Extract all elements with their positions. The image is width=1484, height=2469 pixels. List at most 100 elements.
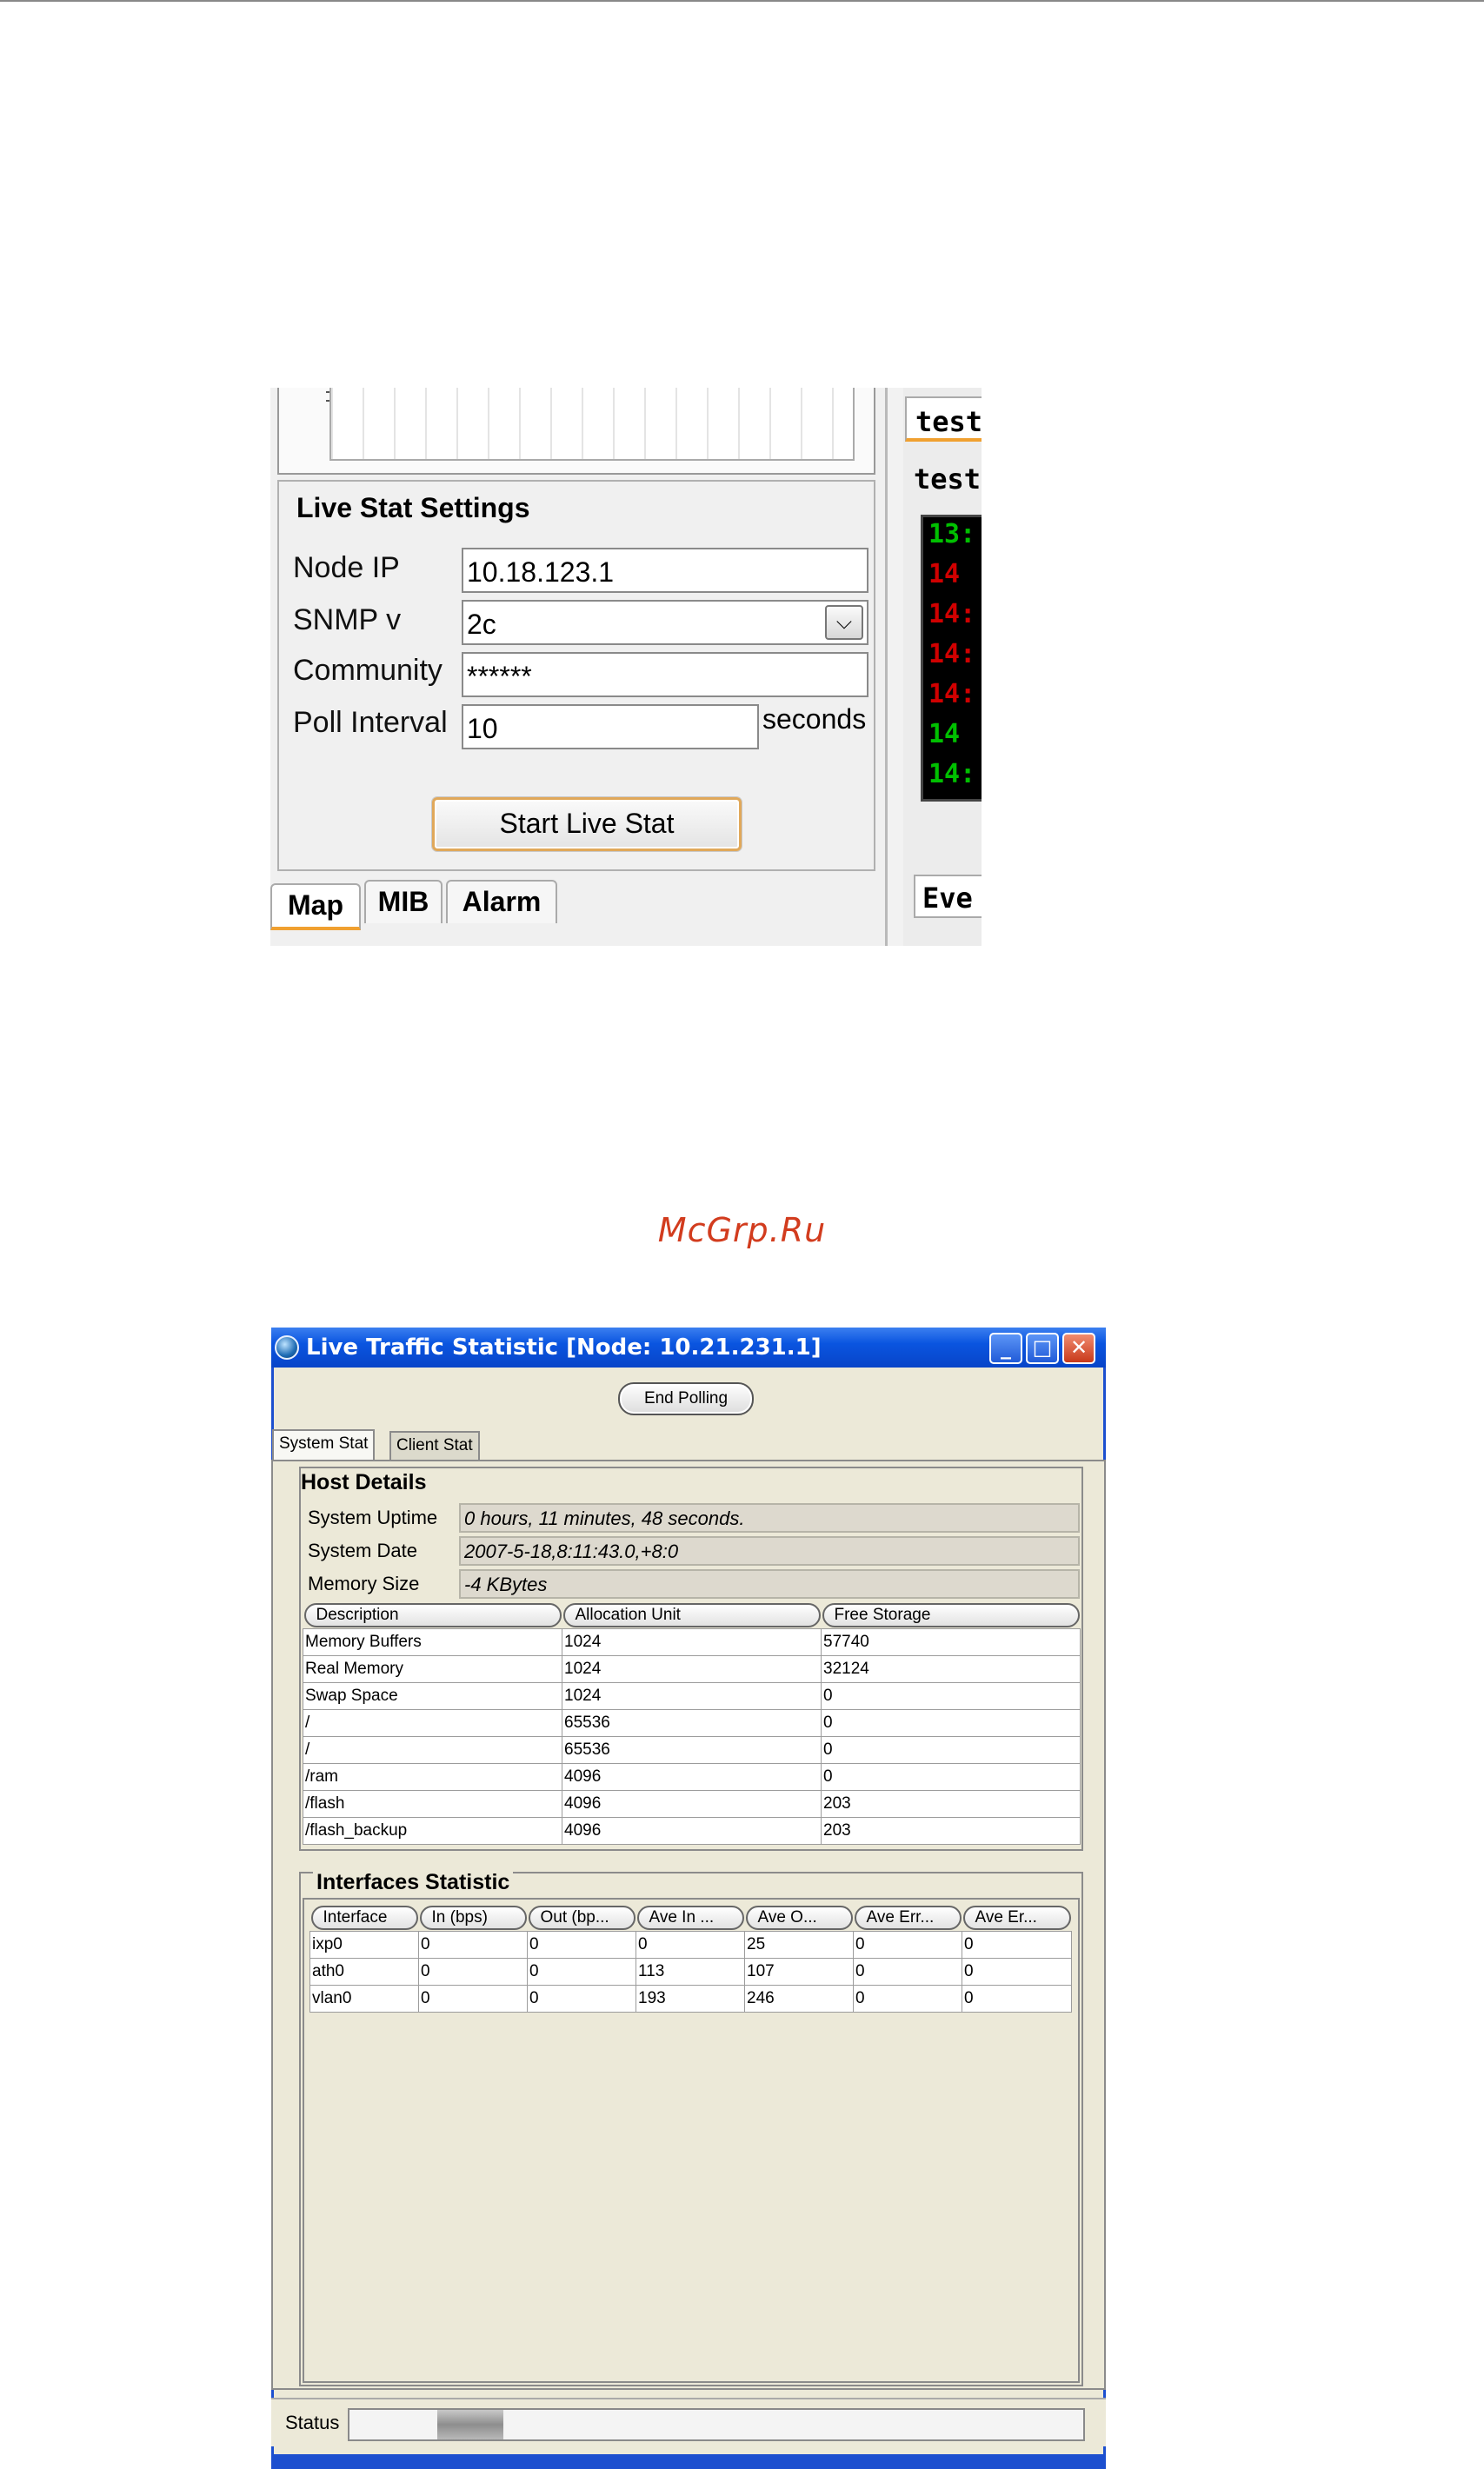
interface-column-header[interactable]: Ave O...	[745, 1905, 854, 1931]
memory-column-header[interactable]: Allocation Unit	[562, 1602, 822, 1628]
table-row[interactable]: Swap Space 1024 0	[303, 1681, 1081, 1710]
interface-column-header[interactable]: Out (bp...	[528, 1905, 636, 1931]
memory-column-header[interactable]: Free Storage	[822, 1602, 1081, 1628]
snmp-version-value: 2c	[467, 609, 496, 640]
table-cell: 57740	[821, 1627, 1081, 1656]
table-cell: 4096	[562, 1816, 822, 1845]
console-line: 14:	[928, 639, 976, 669]
table-row[interactable]: vlan0 0 0 193 246 0 0	[309, 1984, 1072, 2013]
table-row[interactable]: Real Memory 1024 32124	[303, 1654, 1081, 1683]
right-pane: test test 13: 14 14: 14: 14: 14 14: Eve	[903, 388, 982, 946]
maximize-icon[interactable]: □	[1026, 1333, 1059, 1364]
memory-column-label: Free Storage	[822, 1602, 1080, 1627]
interfaces-table-header: Interface In (bps) Out (bp... Ave In ... Ave…	[310, 1905, 1072, 1931]
snmp-version-select[interactable]: 2c ⌵	[462, 600, 868, 645]
table-cell: 1024	[562, 1681, 822, 1710]
system-uptime-value: 0 hours, 11 minutes, 48 seconds.	[459, 1503, 1080, 1533]
table-row[interactable]: /ram 4096 0	[303, 1762, 1081, 1791]
tab-test[interactable]: test	[905, 396, 982, 442]
poll-interval-field[interactable]: 10	[462, 704, 759, 749]
community-field[interactable]: ******	[462, 652, 868, 697]
window-titlebar[interactable]: Live Traffic Statistic [Node: 10.21.231.…	[271, 1328, 1106, 1368]
tab-map[interactable]: Map	[270, 883, 361, 930]
interface-column-header[interactable]: In (bps)	[419, 1905, 528, 1931]
status-progress-bar	[348, 2408, 1085, 2441]
table-cell: 65536	[562, 1735, 822, 1764]
interfaces-table: Interface In (bps) Out (bp... Ave In ... Ave…	[309, 1905, 1072, 2013]
interfaces-statistic-title: Interfaces Statistic	[313, 1870, 514, 1895]
table-cell: 0	[821, 1708, 1081, 1737]
memory-table: Description Allocation Unit Free Storage M…	[303, 1602, 1081, 1845]
table-cell: 1024	[562, 1654, 822, 1683]
table-cell: ath0	[309, 1957, 419, 1986]
snmp-version-label: SNMP v	[293, 603, 402, 636]
event-console: 13: 14 14: 14: 14: 14 14:	[921, 515, 982, 802]
console-line: 14:	[928, 759, 976, 789]
interface-column-header[interactable]: Ave Err...	[854, 1905, 962, 1931]
settings-title: Live Stat Settings	[296, 492, 530, 523]
table-cell: 203	[821, 1789, 1081, 1818]
interface-column-header[interactable]: Ave In ...	[636, 1905, 745, 1931]
table-row[interactable]: /flash 4096 203	[303, 1789, 1081, 1818]
interface-column-label: Ave Er...	[962, 1905, 1071, 1930]
host-details-group: Host Details System Uptime 0 hours, 11 m…	[299, 1467, 1083, 1851]
left-pane: Live Stat Settings Node IP 10.18.123.1 S…	[270, 388, 888, 946]
table-cell: 0	[821, 1735, 1081, 1764]
minimize-icon[interactable]: _	[989, 1333, 1022, 1364]
status-bar: Status	[271, 2398, 1106, 2446]
table-row[interactable]: /65536 0	[303, 1735, 1081, 1764]
table-cell: /flash_backup	[303, 1816, 562, 1845]
poll-interval-unit: seconds	[762, 703, 867, 735]
table-cell: 4096	[562, 1789, 822, 1818]
table-cell: 0	[527, 1984, 636, 2013]
memory-column-header[interactable]: Description	[303, 1602, 562, 1628]
live-stat-settings-panel: Live Stat Settings Node IP 10.18.123.1 S…	[277, 480, 875, 871]
chevron-down-icon[interactable]: ⌵	[825, 605, 863, 640]
window-title: Live Traffic Statistic [Node: 10.21.231.…	[306, 1334, 822, 1361]
interfaces-table-area: Interface In (bps) Out (bp... Ave In ... Ave…	[303, 1898, 1080, 2383]
table-cell: 113	[636, 1957, 745, 1986]
window-bottom-border	[271, 2454, 1106, 2469]
table-cell: 0	[527, 1957, 636, 1986]
tab-mib[interactable]: MIB	[364, 880, 443, 923]
table-cell: /flash	[303, 1789, 562, 1818]
close-icon[interactable]: ✕	[1062, 1333, 1095, 1364]
console-line: 14	[928, 559, 961, 589]
live-traffic-window: Live Traffic Statistic [Node: 10.21.231.…	[271, 1328, 1106, 2469]
table-row[interactable]: /flash_backup 4096 203	[303, 1816, 1081, 1845]
table-cell: 0	[821, 1681, 1081, 1710]
interface-column-header[interactable]: Interface	[310, 1905, 419, 1931]
page-top-rule	[0, 0, 1484, 2]
tab-client-stat[interactable]: Client Stat	[389, 1431, 480, 1461]
end-polling-button[interactable]: End Polling	[618, 1382, 754, 1415]
system-stat-panel: Host Details System Uptime 0 hours, 11 m…	[271, 1460, 1106, 2390]
start-live-stat-button[interactable]: Start Live Stat	[432, 797, 742, 851]
table-row[interactable]: ixp0 0 0 0 25 0 0	[309, 1930, 1072, 1959]
interface-column-label: Ave O...	[745, 1905, 853, 1930]
tab-alarm[interactable]: Alarm	[446, 880, 557, 923]
table-cell: Swap Space	[303, 1681, 562, 1710]
map-grid	[329, 388, 855, 461]
status-label: Status	[285, 2412, 340, 2433]
status-progress-indicator	[437, 2410, 503, 2439]
table-row[interactable]: ath0 0 0 113 107 0 0	[309, 1957, 1072, 1986]
table-cell: Memory Buffers	[303, 1627, 562, 1656]
memory-column-label: Description	[303, 1602, 562, 1627]
table-cell: 0	[418, 1930, 528, 1959]
table-cell: 246	[744, 1984, 854, 2013]
system-date-label: System Date	[308, 1540, 417, 1561]
interface-column-header[interactable]: Ave Er...	[962, 1905, 1072, 1931]
table-cell: Real Memory	[303, 1654, 562, 1683]
node-ip-field[interactable]: 10.18.123.1	[462, 548, 868, 593]
map-canvas	[277, 388, 875, 475]
table-row[interactable]: /65536 0	[303, 1708, 1081, 1737]
tab-events[interactable]: Eve	[914, 875, 982, 918]
table-cell: /ram	[303, 1762, 562, 1791]
table-cell: 107	[744, 1957, 854, 1986]
table-cell: ixp0	[309, 1930, 419, 1959]
console-line: 14:	[928, 679, 976, 709]
table-row[interactable]: Memory Buffers 1024 57740	[303, 1627, 1081, 1656]
table-cell: 0	[636, 1930, 745, 1959]
tab-system-stat[interactable]: System Stat	[272, 1429, 376, 1461]
interface-column-label: Out (bp...	[528, 1905, 636, 1930]
